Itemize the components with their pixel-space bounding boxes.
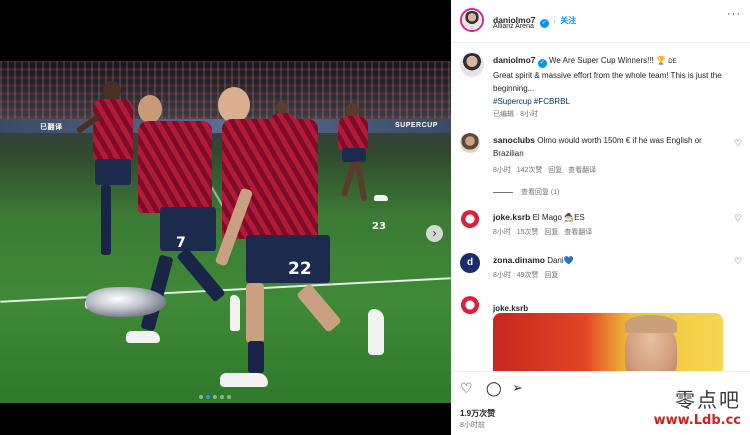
reply-button[interactable]: 回复 bbox=[548, 167, 562, 174]
carousel-next-button[interactable]: › bbox=[426, 225, 443, 242]
comment-time: 8小时 bbox=[493, 229, 511, 236]
header-divider bbox=[451, 42, 750, 43]
edited-label: 已编辑 bbox=[493, 111, 514, 118]
caption-avatar[interactable] bbox=[460, 53, 484, 77]
share-send-icon[interactable]: ➢ bbox=[512, 380, 523, 396]
view-replies-button[interactable]: 查看回复 (1) bbox=[521, 189, 560, 196]
caption-hashtags[interactable]: #Supercup #FCBRBL bbox=[493, 95, 743, 108]
caption-text-line1: We Are Super Cup Winners!!! 🏆 bbox=[548, 56, 666, 65]
like-comment-heart-icon[interactable]: ♡ bbox=[734, 213, 742, 224]
comment-likes[interactable]: 142次赞 bbox=[517, 167, 543, 174]
comment-text: Dani💙 bbox=[547, 256, 574, 265]
comment-text: El Mago 🧙‍♂️ES bbox=[532, 213, 585, 222]
post-time: 8小时前 bbox=[460, 422, 485, 429]
comment-avatar[interactable]: d bbox=[460, 253, 480, 273]
comment-image[interactable] bbox=[493, 313, 723, 371]
verified-badge-icon: ✓ bbox=[537, 59, 547, 68]
like-comment-heart-icon[interactable]: ♡ bbox=[734, 256, 742, 267]
site-watermark: 零点吧 www.Ldb.cc bbox=[619, 384, 741, 428]
carousel-dot bbox=[199, 395, 203, 399]
translate-button[interactable]: 查看翻译 bbox=[564, 229, 592, 236]
adboard-text-1: 已翻译 bbox=[40, 124, 63, 131]
reply-button[interactable]: 回复 bbox=[544, 272, 558, 279]
adboard-text-2: SUPERCUP bbox=[395, 122, 438, 129]
verified-badge-icon: ✓ bbox=[539, 19, 549, 28]
caption-time: 8小时 bbox=[520, 111, 539, 118]
comment-avatar[interactable] bbox=[460, 296, 480, 316]
comment-username[interactable]: sanoclubs bbox=[493, 135, 535, 145]
carousel-dot bbox=[220, 395, 224, 399]
comment-image-hair bbox=[625, 315, 677, 333]
comment-avatar[interactable] bbox=[460, 133, 480, 153]
post-media: 已翻译 SUPERCUP 23 7 22 › bbox=[0, 0, 451, 435]
pitch-line bbox=[0, 277, 451, 303]
translate-button[interactable]: 查看翻译 bbox=[568, 167, 596, 174]
like-heart-icon[interactable]: ♡ bbox=[460, 380, 473, 397]
comment-avatar[interactable] bbox=[460, 210, 480, 230]
likes-count[interactable]: 1.9万次赞 bbox=[460, 408, 495, 419]
like-comment-heart-icon[interactable]: ♡ bbox=[734, 138, 742, 149]
comment-username[interactable]: joke.ksrb bbox=[493, 304, 528, 313]
comment-3: zona.dinamo Dani💙 8小时 49次赞 回复 bbox=[493, 254, 719, 280]
action-bar: ♡ ◯ ➢ 1.9万次赞 8小时前 零点吧 www.Ldb.cc bbox=[451, 371, 750, 435]
comment-time: 8小时 bbox=[493, 272, 511, 279]
more-options-icon[interactable]: ··· bbox=[727, 8, 741, 20]
comment-likes[interactable]: 15次赞 bbox=[517, 229, 539, 236]
comment-username[interactable]: zona.dinamo bbox=[493, 255, 545, 265]
post-location[interactable]: Allianz Arena bbox=[493, 23, 534, 30]
post-photo[interactable]: 已翻译 SUPERCUP 23 7 22 bbox=[0, 61, 451, 403]
carousel-dot bbox=[206, 395, 210, 399]
watermark-cn: 零点吧 bbox=[675, 388, 741, 412]
caption-username[interactable]: daniolmo7 bbox=[493, 55, 536, 65]
comment-time: 8小时 bbox=[493, 167, 511, 174]
carousel-dots bbox=[199, 395, 231, 399]
follow-button[interactable]: 关注 bbox=[560, 16, 576, 25]
caption: daniolmo7 ✓ We Are Super Cup Winners!!! … bbox=[493, 54, 743, 119]
jersey-number-23: 23 bbox=[372, 221, 386, 232]
caption-text-line2: Great spirit & massive effort from the w… bbox=[493, 71, 722, 93]
reply-button[interactable]: 回复 bbox=[544, 229, 558, 236]
watermark-url: www.Ldb.cc bbox=[653, 413, 741, 428]
supercup-trophy bbox=[86, 287, 166, 317]
comment-username[interactable]: joke.ksrb bbox=[493, 212, 530, 222]
author-avatar[interactable] bbox=[460, 8, 484, 32]
comment-likes[interactable]: 49次赞 bbox=[517, 272, 539, 279]
flag-de: DE bbox=[668, 59, 677, 65]
comment-2: joke.ksrb El Mago 🧙‍♂️ES 8小时 15次赞 回复 查看翻… bbox=[493, 211, 719, 237]
comment-bubble-icon[interactable]: ◯ bbox=[486, 380, 502, 397]
comment-1: sanoclubs Olmo would worth 150m € if he … bbox=[493, 134, 719, 197]
post-side-panel: daniolmo7 ✓ · 关注 Allianz Arena ··· danio… bbox=[451, 0, 750, 435]
carousel-dot bbox=[227, 395, 231, 399]
jersey-number-22: 22 bbox=[288, 259, 312, 279]
carousel-dot bbox=[213, 395, 217, 399]
